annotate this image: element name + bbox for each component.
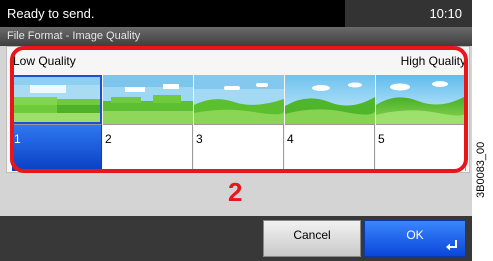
quality-number-cell: 5 (376, 124, 466, 171)
quality-option-2[interactable]: 2 (103, 75, 193, 171)
callout-step-number: 2 (228, 177, 243, 207)
quality-option-4[interactable]: 4 (285, 75, 375, 171)
screen-title-bar: File Format - Image Quality (0, 27, 472, 46)
quality-number-cell: 4 (285, 124, 375, 171)
high-quality-label: High Quality (400, 54, 466, 68)
figure-code: 3B0083_00 (475, 141, 487, 198)
low-quality-label: Low Quality (13, 54, 76, 68)
quality-preview-5 (376, 75, 466, 124)
quality-option-1[interactable]: 1 (12, 75, 102, 171)
quality-number-cell: 2 (103, 124, 193, 171)
touch-panel-screen: Ready to send. 10:10 File Format - Image… (0, 0, 472, 261)
quality-number: 5 (378, 132, 385, 146)
cancel-button-label: Cancel (293, 228, 331, 242)
status-time-area: 10:10 (345, 0, 472, 27)
quality-preview-3 (194, 75, 284, 124)
screen-title: File Format - Image Quality (7, 30, 141, 42)
quality-preview-1 (12, 75, 102, 124)
quality-preview-4 (285, 75, 375, 124)
quality-number: 2 (105, 132, 112, 146)
quality-number: 3 (196, 132, 203, 146)
quality-options: 1 2 3 4 5 (12, 75, 466, 171)
quality-option-5[interactable]: 5 (376, 75, 466, 171)
status-time: 10:10 (429, 6, 462, 21)
quality-number-cell: 1 (12, 124, 102, 171)
quality-preview-2 (103, 75, 193, 124)
ok-button[interactable]: OK (364, 220, 466, 257)
status-bar: Ready to send. 10:10 (0, 0, 472, 27)
quality-number: 4 (287, 132, 294, 146)
enter-icon (446, 240, 457, 251)
quality-option-3[interactable]: 3 (194, 75, 284, 171)
cancel-button[interactable]: Cancel (263, 220, 361, 257)
quality-number: 1 (14, 132, 21, 146)
quality-number-cell: 3 (194, 124, 284, 171)
status-message: Ready to send. (7, 6, 95, 21)
